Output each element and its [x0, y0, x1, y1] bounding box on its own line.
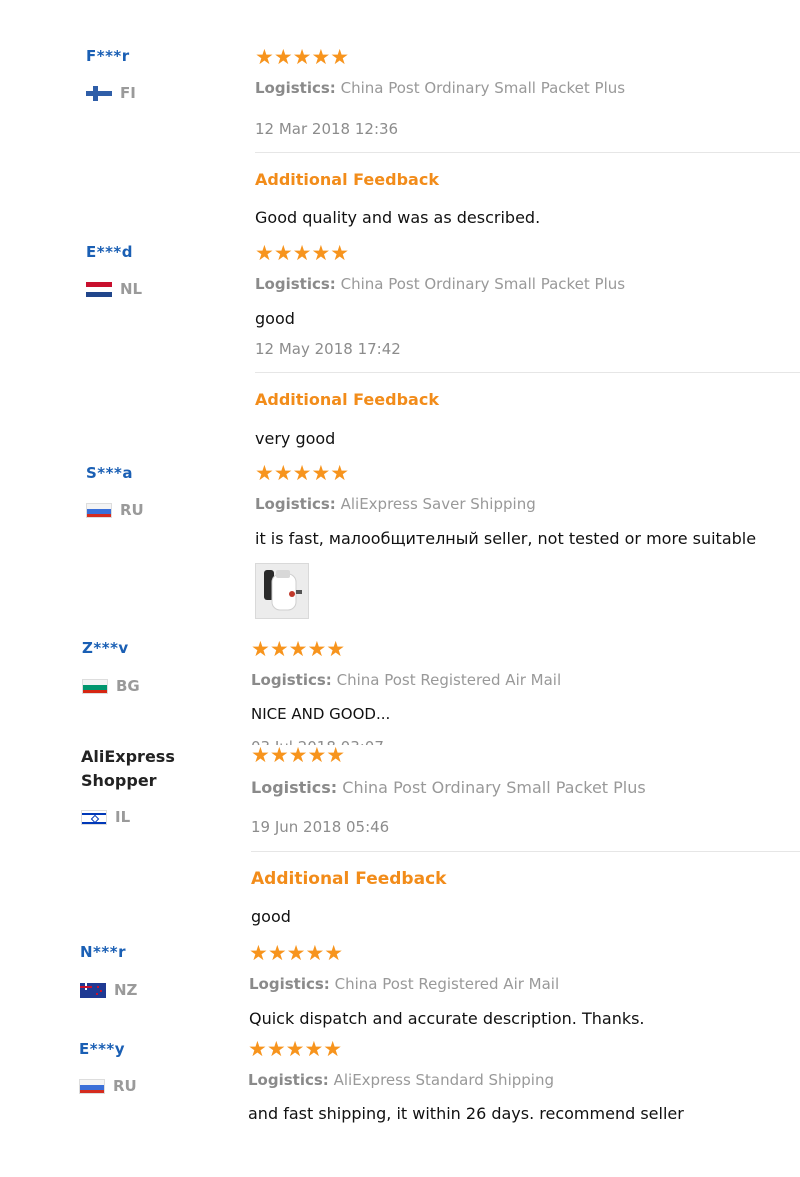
flag-nz-icon	[80, 982, 106, 998]
logistics-label: Logistics:	[255, 495, 336, 513]
logistics-info: Logistics: AliExpress Standard Shipping	[248, 1071, 554, 1089]
rating-stars: ★★★★★	[255, 45, 350, 69]
divider	[255, 372, 800, 373]
flag-il-icon	[81, 809, 107, 825]
additional-feedback-label: Additional Feedback	[251, 869, 447, 889]
reviewer-name: F***r	[86, 47, 130, 65]
reviewer-name: AliExpress Shopper	[81, 747, 175, 790]
rating-stars: ★★★★★	[251, 743, 346, 767]
reviewer-country: RU	[86, 501, 144, 519]
additional-feedback-text: very good	[255, 429, 336, 448]
reviewer-country: FI	[86, 84, 136, 102]
reviewer-name: E***y	[79, 1040, 126, 1058]
flag-ru-icon	[79, 1078, 105, 1094]
country-code: RU	[120, 501, 144, 519]
logistics-label: Logistics:	[251, 671, 332, 689]
logistics-label: Logistics:	[249, 975, 330, 993]
logistics-label: Logistics:	[255, 275, 336, 293]
review-text: NICE AND GOOD...	[251, 705, 391, 723]
logistics-method: China Post Registered Air Mail	[334, 975, 560, 993]
logistics-method: China Post Ordinary Small Packet Plus	[342, 778, 646, 797]
logistics-method: AliExpress Standard Shipping	[333, 1071, 554, 1089]
review-photo-thumbnail[interactable]	[255, 563, 309, 619]
review-date: 12 May 2018 17:42	[255, 340, 401, 358]
flag-ru-icon	[86, 502, 112, 518]
logistics-info: Logistics: AliExpress Saver Shipping	[255, 495, 536, 513]
review-date: 19 Jun 2018 05:46	[251, 818, 390, 836]
reviewer-country: IL	[81, 808, 130, 826]
country-code: NL	[120, 280, 143, 298]
additional-feedback-text: Good quality and was as described.	[255, 208, 541, 227]
reviewer-name: E***d	[86, 243, 134, 261]
country-code: NZ	[114, 981, 138, 999]
flag-fi-icon	[86, 85, 112, 101]
country-code: FI	[120, 84, 136, 102]
rating-stars: ★★★★★	[255, 461, 350, 485]
logistics-method: China Post Registered Air Mail	[336, 671, 562, 689]
additional-feedback-label: Additional Feedback	[255, 390, 439, 409]
divider	[251, 851, 800, 852]
rating-stars: ★★★★★	[251, 637, 346, 661]
flag-nl-icon	[86, 281, 112, 297]
logistics-info: Logistics: China Post Registered Air Mai…	[249, 975, 559, 993]
additional-feedback-text: good	[251, 907, 291, 926]
reviewer-country: NL	[86, 280, 142, 298]
logistics-info: Logistics: China Post Ordinary Small Pac…	[251, 778, 646, 797]
review-date: 12 Mar 2018 12:36	[255, 120, 399, 138]
logistics-info: Logistics: China Post Ordinary Small Pac…	[255, 79, 625, 97]
logistics-info: Logistics: China Post Ordinary Small Pac…	[255, 275, 625, 293]
divider	[255, 152, 800, 153]
logistics-label: Logistics:	[248, 1071, 329, 1089]
review-text: good	[255, 309, 295, 328]
country-code: RU	[113, 1077, 137, 1095]
rating-stars: ★★★★★	[255, 241, 350, 265]
country-code: IL	[115, 808, 131, 826]
reviewer-country: BG	[82, 677, 140, 695]
product-photo-image	[256, 564, 308, 618]
reviewer-name: N***r	[80, 943, 126, 961]
country-code: BG	[116, 677, 140, 695]
reviewer-name: Z***v	[82, 639, 129, 657]
reviewer-name: S***a	[86, 464, 133, 482]
logistics-method: China Post Ordinary Small Packet Plus	[340, 79, 626, 97]
additional-feedback-label: Additional Feedback	[255, 170, 439, 189]
review-text: Quick dispatch and accurate description.…	[249, 1009, 645, 1028]
reviewer-country: RU	[79, 1077, 137, 1095]
flag-bg-icon	[82, 678, 108, 694]
review-text: it is fast, малообщителный seller, not t…	[255, 529, 757, 548]
logistics-method: AliExpress Saver Shipping	[340, 495, 536, 513]
rating-stars: ★★★★★	[249, 941, 344, 965]
rating-stars: ★★★★★	[248, 1037, 343, 1061]
reviewer-country: NZ	[80, 981, 137, 999]
logistics-info: Logistics: China Post Registered Air Mai…	[251, 671, 561, 689]
logistics-method: China Post Ordinary Small Packet Plus	[340, 275, 626, 293]
logistics-label: Logistics:	[251, 778, 338, 797]
logistics-label: Logistics:	[255, 79, 336, 97]
review-text: and fast shipping, it within 26 days. re…	[248, 1104, 684, 1123]
